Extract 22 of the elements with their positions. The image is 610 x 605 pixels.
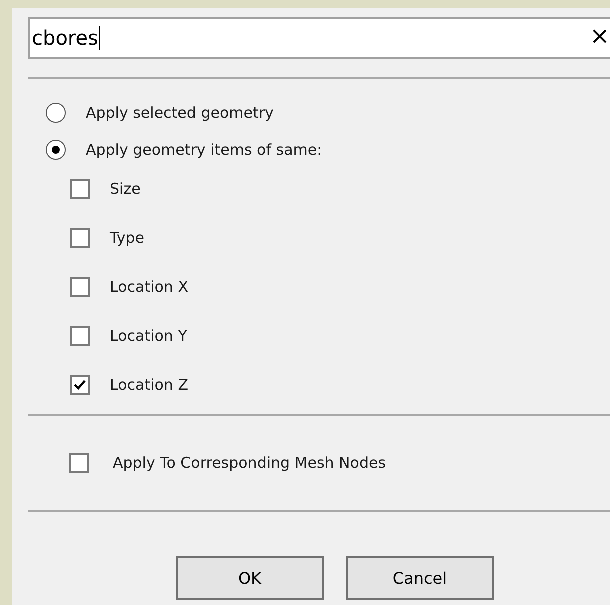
checkbox-label: Location X — [110, 278, 188, 296]
clear-button[interactable]: × — [590, 24, 610, 48]
radio-button[interactable] — [46, 140, 66, 160]
ok-button[interactable]: OK — [176, 556, 324, 600]
search-text: cbores — [32, 26, 98, 50]
checkbox[interactable] — [70, 179, 90, 199]
checkbox[interactable] — [70, 277, 90, 297]
checkbox-label: Location Z — [110, 376, 188, 394]
checkbox-label: Size — [110, 180, 141, 198]
checkbox-label: Location Y — [110, 327, 188, 345]
checkbox-label: Type — [110, 229, 144, 247]
cancel-button[interactable]: Cancel — [346, 556, 494, 600]
checkbox[interactable] — [70, 375, 90, 395]
checkbox[interactable] — [70, 228, 90, 248]
checkbox[interactable] — [69, 453, 89, 473]
checkbox-label: Apply To Corresponding Mesh Nodes — [113, 454, 386, 472]
radio-label: Apply selected geometry — [86, 104, 274, 122]
radio-button[interactable] — [46, 103, 66, 123]
check-icon — [74, 380, 86, 390]
checkbox[interactable] — [70, 326, 90, 346]
radio-label: Apply geometry items of same: — [86, 141, 322, 159]
search-field[interactable]: cbores × — [28, 17, 610, 59]
